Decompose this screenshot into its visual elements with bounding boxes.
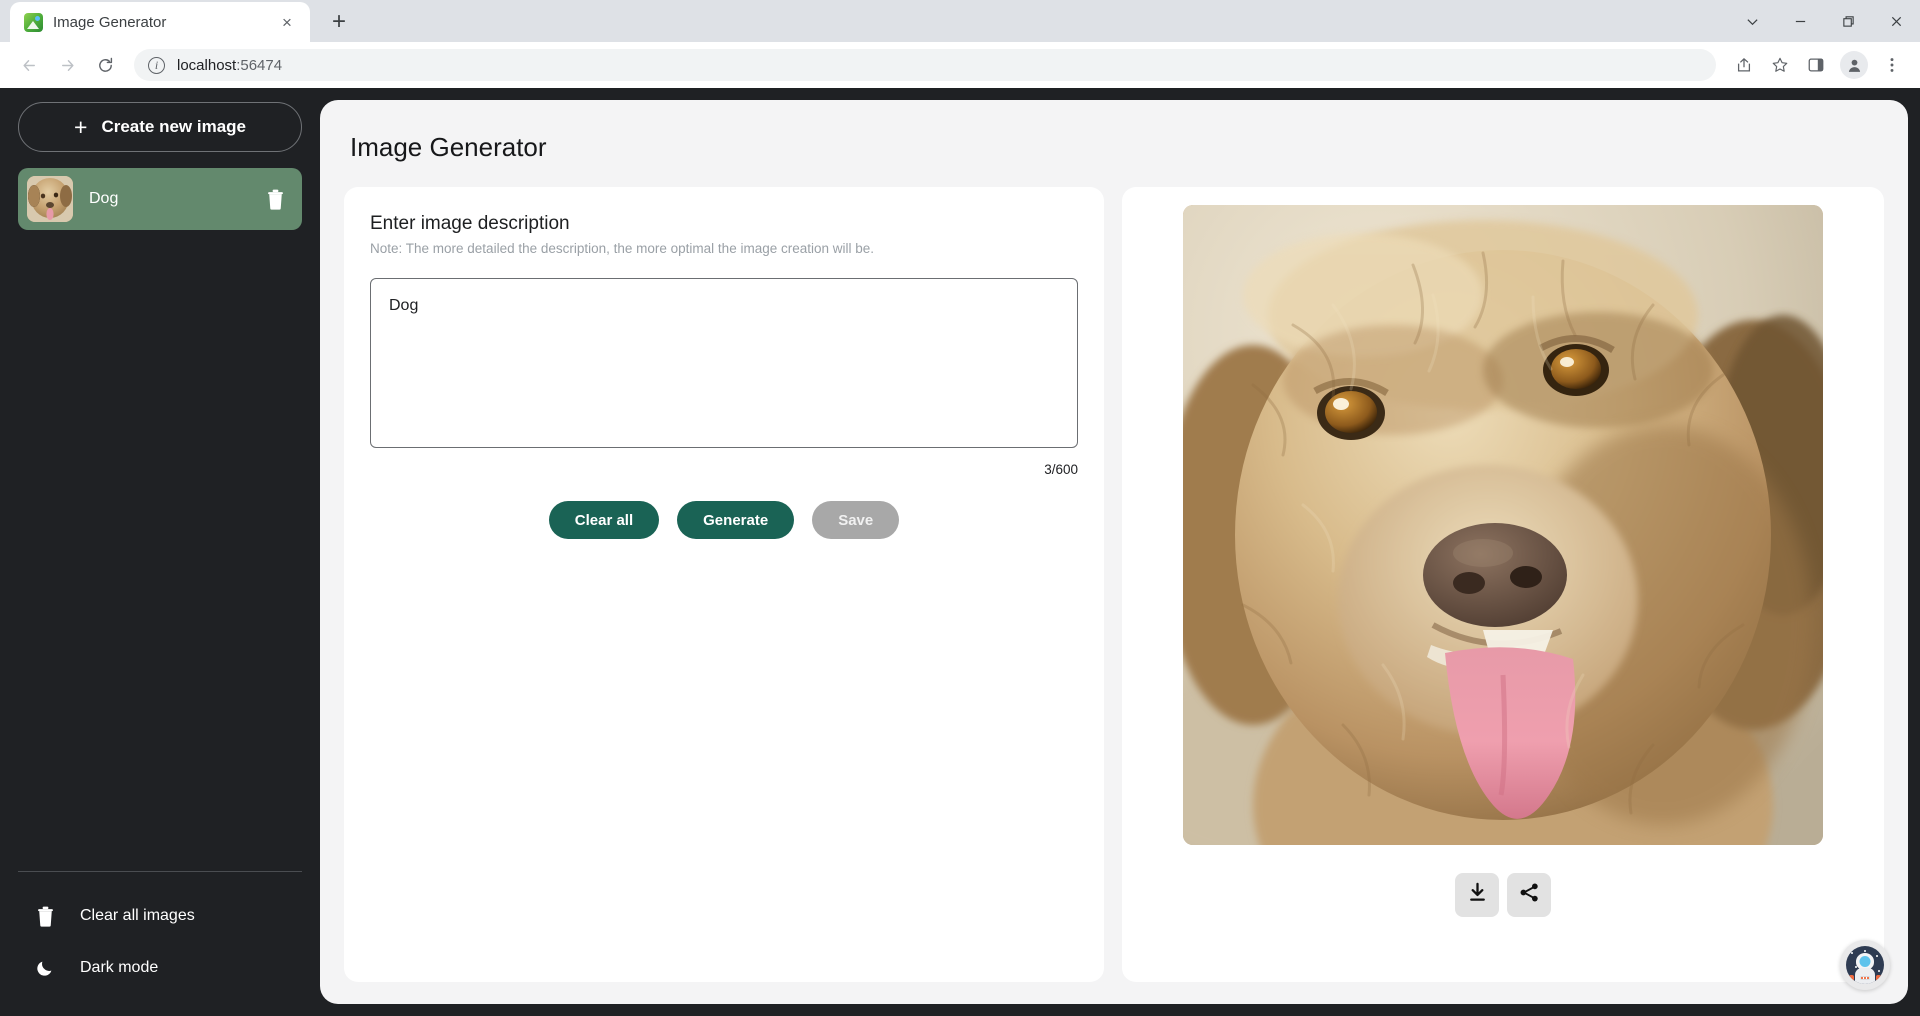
description-note: Note: The more detailed the description,…	[370, 241, 875, 256]
url-host: localhost	[177, 56, 237, 74]
panels: Enter image description Note: The more d…	[344, 187, 1884, 982]
preview-panel	[1122, 187, 1884, 982]
save-button: Save	[812, 501, 900, 539]
browser-toolbar: i localhost:56474	[0, 42, 1920, 88]
chevron-down-icon[interactable]	[1728, 0, 1776, 42]
sidebar-item-dark-mode[interactable]: Dark mode	[18, 942, 302, 994]
create-new-image-label: Create new image	[101, 117, 246, 136]
side-panel-icon[interactable]	[1800, 49, 1832, 81]
tab-strip: Image Generator × +	[0, 0, 1920, 42]
close-icon[interactable]: ×	[274, 9, 300, 35]
share-icon	[1519, 882, 1540, 908]
minimize-icon[interactable]	[1776, 0, 1824, 42]
browser-tab[interactable]: Image Generator ×	[10, 2, 310, 42]
bookmark-star-icon[interactable]	[1764, 49, 1796, 81]
url-text: localhost:56474	[177, 57, 282, 74]
trash-icon[interactable]	[262, 186, 288, 212]
url-port: :56474	[236, 56, 283, 74]
download-button[interactable]	[1455, 873, 1499, 917]
more-options-icon[interactable]	[1876, 49, 1908, 81]
image-actions	[1455, 873, 1551, 917]
astronaut-icon	[1846, 946, 1884, 984]
profile-avatar-icon[interactable]	[1840, 51, 1868, 79]
dog-thumbnail	[27, 176, 73, 222]
browser-window: Image Generator × + i localhost:56474 + …	[0, 0, 1920, 1016]
forward-arrow-icon[interactable]	[50, 48, 84, 82]
astronaut-avatar[interactable]	[1840, 940, 1890, 990]
address-bar[interactable]: i localhost:56474	[134, 49, 1716, 81]
main-card: Image Generator Enter image description …	[320, 100, 1908, 1004]
description-panel: Enter image description Note: The more d…	[344, 187, 1104, 982]
new-tab-button[interactable]: +	[322, 5, 356, 39]
sidebar-item-label: Dark mode	[80, 959, 159, 976]
generate-button[interactable]: Generate	[677, 501, 795, 539]
dog-illustration	[1183, 205, 1823, 845]
back-arrow-icon[interactable]	[12, 48, 46, 82]
window-controls	[1728, 0, 1920, 42]
sidebar-divider	[18, 871, 302, 872]
image-icon	[24, 12, 43, 32]
page-title: Image Generator	[350, 132, 547, 162]
sidebar: + Create new image Dog Clear all images …	[0, 88, 320, 1016]
share-icon[interactable]	[1728, 49, 1760, 81]
description-label: Enter image description	[370, 213, 570, 234]
close-icon[interactable]	[1872, 0, 1920, 42]
sidebar-item-clear-all-images[interactable]: Clear all images	[18, 890, 302, 942]
reload-icon[interactable]	[88, 48, 122, 82]
form-buttons: Clear all Generate Save	[370, 501, 1078, 539]
restore-icon[interactable]	[1824, 0, 1872, 42]
sidebar-item-label: Clear all images	[80, 907, 195, 924]
tab-title: Image Generator	[53, 13, 167, 31]
download-icon	[1467, 882, 1488, 908]
main-content: Image Generator Enter image description …	[320, 88, 1920, 1016]
page-body: + Create new image Dog Clear all images …	[0, 88, 1920, 1016]
info-circle-icon[interactable]: i	[148, 56, 165, 74]
list-item-label: Dog	[89, 190, 119, 207]
create-new-image-button[interactable]: + Create new image	[18, 102, 302, 152]
trash-icon	[34, 906, 56, 927]
clear-all-button[interactable]: Clear all	[548, 501, 660, 539]
character-counter: 3/600	[1044, 462, 1078, 477]
description-input[interactable]	[370, 278, 1078, 448]
image-list: Dog	[18, 168, 302, 230]
share-button[interactable]	[1507, 873, 1551, 917]
plus-icon: +	[74, 113, 88, 140]
list-item[interactable]: Dog	[18, 168, 302, 230]
generated-image	[1183, 205, 1823, 845]
moon-icon	[34, 958, 56, 978]
